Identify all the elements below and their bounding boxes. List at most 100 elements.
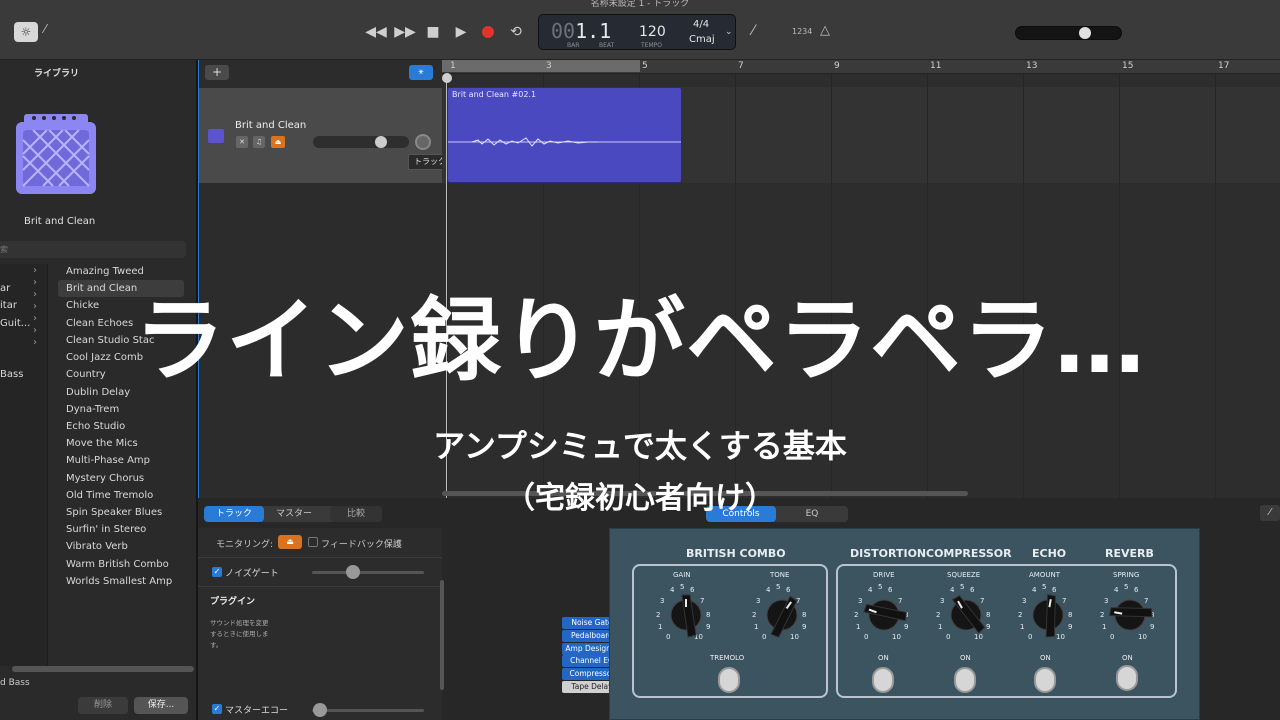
preset-item[interactable]: Worlds Smallest Amp	[66, 573, 184, 590]
master-echo-knob[interactable]	[313, 703, 327, 717]
bar-number: 3	[546, 61, 552, 71]
knob-label: SPRING	[1113, 571, 1140, 579]
ruler[interactable]	[442, 60, 1280, 74]
pan-knob[interactable]	[415, 134, 431, 150]
monitoring-button-icon[interactable]: ⏏	[278, 535, 302, 549]
lcd-tempo: 120	[639, 24, 666, 40]
plugins-description: サウンド処理を変更するときに使用します。	[210, 619, 269, 649]
reverb-switch[interactable]	[1116, 665, 1138, 691]
track-name[interactable]: Brit and Clean	[235, 120, 306, 131]
inspector-scrollbar[interactable]	[440, 580, 444, 690]
metronome-icon[interactable]: △	[820, 23, 830, 38]
bar-number: 7	[738, 61, 744, 71]
knob-label: DRIVE	[873, 571, 895, 579]
track-inspector: モニタリング: ⏏ フィードバック保護 ✓ ノイズゲート プラグイン サウンド処…	[198, 528, 622, 720]
preset-item[interactable]: Dyna-Trem	[66, 401, 184, 418]
category-item[interactable]	[0, 263, 44, 280]
window-title: 名称未設定 1 - トラック	[590, 0, 690, 9]
bar-number: 17	[1218, 61, 1230, 71]
preset-item[interactable]: Vibrato Verb	[66, 538, 184, 555]
compressor-switch[interactable]	[954, 667, 976, 693]
rewind-icon[interactable]: ◀◀	[365, 22, 387, 42]
headphones-icon[interactable]: ♫	[253, 136, 265, 148]
library-search-field[interactable]: 索	[0, 241, 186, 258]
subheadline: アンプシミュで太くする基本	[433, 427, 847, 465]
lcd-key: Cmaj	[689, 34, 715, 45]
mute-icon[interactable]: ✕	[236, 136, 248, 148]
add-track-button[interactable]: +	[205, 65, 229, 80]
smart-controls-toggle-icon[interactable]: ☼	[14, 22, 38, 42]
noise-gate-checkbox[interactable]: ✓	[212, 567, 222, 577]
preset-item[interactable]: Amazing Tweed	[66, 263, 184, 280]
library-scrollbar[interactable]	[12, 666, 194, 672]
track-volume-slider[interactable]	[313, 136, 409, 148]
tuner-icon[interactable]: ⁄	[752, 23, 754, 39]
master-volume-knob[interactable]	[1078, 27, 1091, 39]
lcd-display[interactable]: 001.1 BAR BEAT 120 TEMPO 4/4 Cmaj ⌄	[538, 14, 736, 50]
track-icon	[208, 129, 224, 143]
noise-gate-slider[interactable]	[312, 571, 424, 574]
amp-section-title: REVERB	[1105, 547, 1154, 560]
amp-section-title: DISTORTION	[850, 547, 927, 560]
gain-knob[interactable]	[668, 591, 704, 639]
divider	[198, 586, 442, 587]
bar-number: 5	[642, 61, 648, 71]
plugins-title: プラグイン	[210, 597, 256, 607]
knob-label: TONE	[770, 571, 790, 579]
echo-switch[interactable]	[1034, 667, 1056, 693]
stop-icon[interactable]: ■	[422, 22, 444, 42]
lcd-bar-prefix: 00	[551, 19, 576, 43]
switch-label: ON	[1040, 654, 1051, 662]
input-monitor-icon[interactable]: ⏏	[271, 136, 285, 148]
knob-label: GAIN	[673, 571, 691, 579]
amp-controls-panel: BRITISH COMBO DISTORTION COMPRESSOR ECHO…	[609, 528, 1200, 720]
lcd-position: 1.1	[575, 19, 612, 43]
search-placeholder: 索	[0, 245, 8, 254]
master-echo-checkbox[interactable]: ✓	[212, 704, 222, 714]
record-icon[interactable]	[482, 26, 494, 38]
amp-section-title: COMPRESSOR	[926, 547, 1012, 560]
headline: ライン録りがペラペラ…	[133, 289, 1146, 394]
smart-tempo-icon[interactable]: ⚹	[409, 65, 433, 80]
divider	[198, 557, 442, 558]
cycle-icon[interactable]: ⟲	[505, 22, 527, 42]
garageband-window: 名称未設定 1 - トラック ☼ ⁄ ◀◀ ▶▶ ■ ▶ ⟲ 001.1 BAR…	[0, 0, 1280, 720]
bar-number: 1	[450, 61, 456, 71]
bar-number: 13	[1026, 61, 1038, 71]
amp-patch-icon	[14, 110, 98, 196]
library-footer-path: d Bass	[0, 678, 30, 688]
playhead-handle[interactable]	[442, 73, 452, 83]
library-title: ライブラリ	[34, 69, 80, 79]
knob-label: SQUEEZE	[947, 571, 981, 579]
noise-gate-knob[interactable]	[346, 565, 360, 579]
master-volume-slider[interactable]	[1015, 26, 1122, 40]
preset-item[interactable]: Warm British Combo	[66, 556, 184, 573]
noise-gate-label: ノイズゲート	[225, 569, 279, 579]
feedback-checkbox[interactable]	[308, 537, 318, 547]
patch-name: Brit and Clean	[24, 216, 96, 227]
master-echo-slider[interactable]	[312, 709, 424, 712]
toolbar: 名称未設定 1 - トラック ☼ ⁄ ◀◀ ▶▶ ■ ▶ ⟲ 001.1 BAR…	[0, 0, 1280, 60]
switch-label: ON	[1122, 654, 1133, 662]
delete-button[interactable]: 削除	[78, 697, 128, 714]
subheadline-audience: （宅録初心者向け）	[505, 481, 775, 516]
count-in-label[interactable]: 1234	[792, 27, 812, 36]
switch-label: ON	[878, 654, 889, 662]
lcd-menu-chevron-icon[interactable]: ⌄	[725, 27, 733, 37]
audio-region[interactable]: Brit and Clean #02.1	[447, 87, 682, 183]
amp-section-title: BRITISH COMBO	[686, 547, 786, 560]
bar-number: 11	[930, 61, 942, 71]
pencil-icon[interactable]: ⁄	[44, 22, 46, 36]
fast-forward-icon[interactable]: ▶▶	[394, 22, 416, 42]
tremolo-switch[interactable]	[718, 667, 740, 693]
bar-number: 9	[834, 61, 840, 71]
preset-item[interactable]: Surfin' in Stereo	[66, 521, 184, 538]
track-volume-knob[interactable]	[375, 136, 387, 148]
play-icon[interactable]: ▶	[450, 22, 472, 42]
distortion-switch[interactable]	[872, 667, 894, 693]
cycle-region[interactable]	[442, 60, 640, 72]
save-button[interactable]: 保存...	[134, 697, 188, 714]
bar-number: 15	[1122, 61, 1134, 71]
region-name: Brit and Clean #02.1	[452, 90, 537, 99]
switch-label: ON	[960, 654, 971, 662]
